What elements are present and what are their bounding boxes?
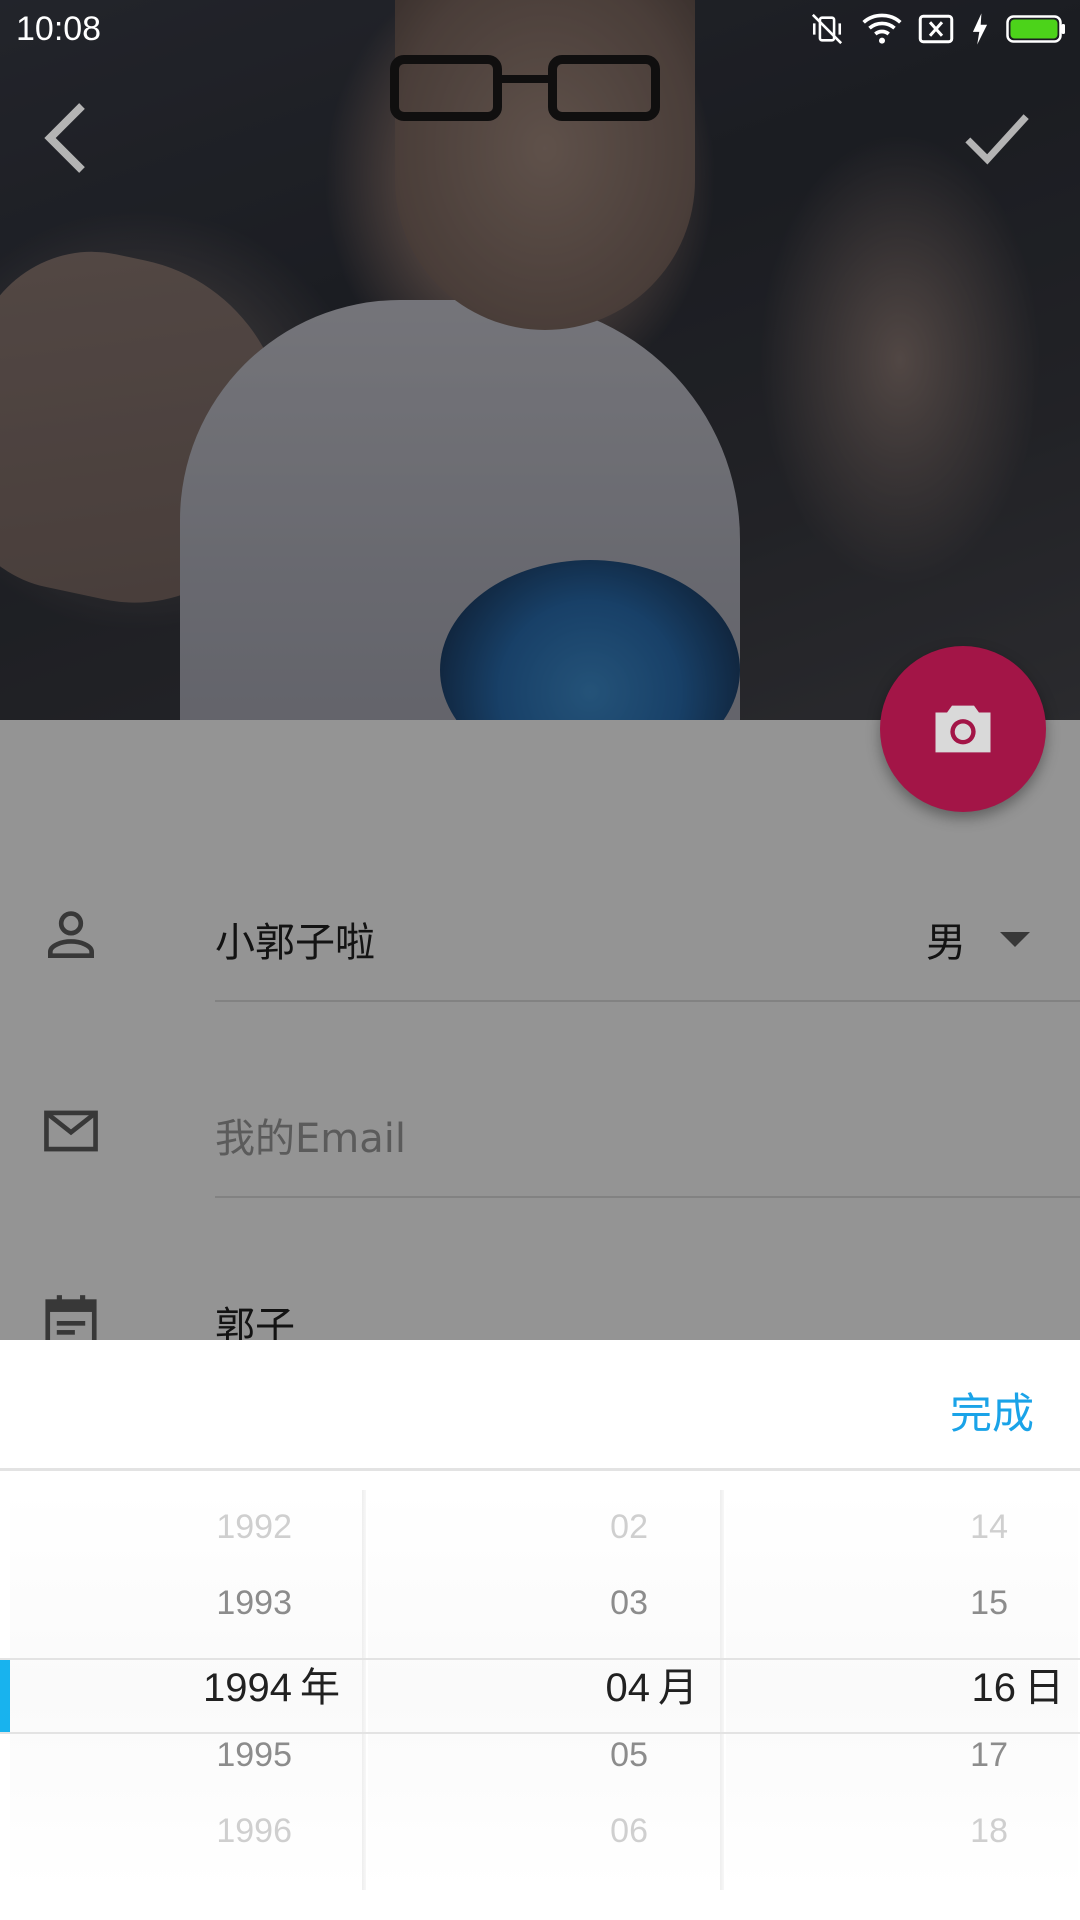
picker-selection-accent [0,1660,10,1732]
change-photo-button[interactable] [880,646,1046,812]
year-option[interactable]: 1996 [216,1812,292,1851]
date-picker-sheet: 完成 1992 1993 1994 年 1995 1996 02 03 04 月 0… [0,1340,1080,1920]
camera-icon [935,705,991,753]
year-option[interactable]: 1995 [216,1736,292,1775]
vibrate-off-icon [811,13,843,45]
day-option[interactable]: 14 [970,1508,1008,1547]
month-option[interactable]: 02 [610,1508,648,1547]
status-icons [808,12,1066,46]
month-option[interactable]: 05 [610,1736,648,1775]
picker-divider [0,1468,1080,1471]
picker-toolbar: 完成 [0,1340,1080,1470]
no-sim-icon [918,14,954,44]
wifi-icon [862,13,902,44]
picker-selection-band [0,1658,1080,1734]
month-option[interactable]: 03 [610,1584,648,1623]
year-option[interactable]: 1992 [216,1508,292,1547]
status-time: 10:08 [16,10,102,48]
year-option[interactable]: 1993 [216,1584,292,1623]
confirm-check-icon[interactable] [962,108,1032,168]
status-bar: 10:08 [0,0,1080,60]
battery-icon [1006,15,1065,43]
day-option[interactable]: 17 [970,1736,1008,1775]
charging-icon [972,13,988,45]
day-option[interactable]: 18 [970,1812,1008,1851]
month-option[interactable]: 06 [610,1812,648,1851]
day-option[interactable]: 15 [970,1584,1008,1623]
back-chevron-icon[interactable] [38,98,98,178]
picker-done-button[interactable]: 完成 [950,1380,1034,1441]
